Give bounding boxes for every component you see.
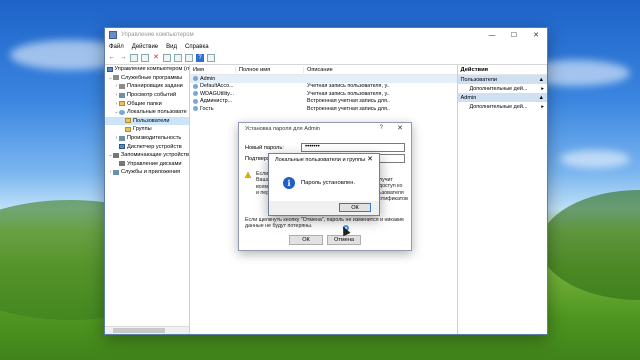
new-password-field[interactable]: ••••••• [301, 143, 405, 152]
tree-item-groups[interactable]: Группы [105, 125, 189, 134]
user-icon [193, 83, 198, 89]
tree-item-device-manager[interactable]: Диспетчер устройств [105, 142, 189, 151]
folder-icon [125, 118, 131, 124]
dialog-help-button[interactable]: ? [380, 125, 383, 131]
refresh-icon[interactable] [174, 54, 182, 62]
message-ok-button[interactable]: ОК [339, 203, 371, 212]
list-header: Имя Полное имя Описание [190, 65, 457, 75]
message-box: Локальные пользователи и группы ✕ i Паро… [268, 153, 380, 216]
dialog-title-bar[interactable]: Установка пароля для Admin ? ✕ [239, 123, 411, 135]
forward-arrow-icon[interactable]: → [119, 54, 127, 62]
delete-icon[interactable]: ✕ [152, 54, 160, 62]
actions-section-users[interactable]: Пользователи ▲ [457, 75, 547, 84]
services-icon [113, 169, 119, 175]
tree-item-event-viewer[interactable]: › Просмотр событий [105, 91, 189, 100]
task-scheduler-icon [119, 83, 125, 89]
collapse-arrow-icon: ▲ [538, 76, 544, 83]
window-title: Управление компьютером [121, 32, 194, 38]
collapse-arrow-icon: ▲ [538, 94, 544, 101]
folder-icon [125, 126, 131, 132]
tree-item-users[interactable]: Пользователи [105, 116, 189, 126]
list-item[interactable]: Admin [190, 75, 457, 83]
svg-text:!: ! [248, 174, 249, 178]
show-hide-tree-icon[interactable] [141, 54, 149, 62]
information-icon: i [283, 177, 295, 189]
tree-item-task-scheduler[interactable]: › Планировщик задани [105, 82, 189, 91]
close-button[interactable]: ✕ [525, 28, 547, 42]
action-pane-icon[interactable] [207, 54, 215, 62]
arrow-right-icon: ▸ [541, 103, 544, 110]
dialog-close-button[interactable]: ✕ [397, 124, 403, 132]
list-item[interactable]: DefaultAcco... Учетная запись пользовател… [190, 83, 457, 91]
list-item[interactable]: WDAGUtility... Учетная запись пользовател… [190, 90, 457, 98]
warning-icon: ! [245, 172, 251, 178]
column-full-name[interactable]: Полное имя [236, 66, 304, 73]
more-actions-users[interactable]: Дополнительные дей... ▸ [458, 84, 548, 93]
toolbar: ← → ✕ ? [105, 52, 547, 65]
message-box-footer: ОК [269, 201, 379, 215]
arrow-right-icon: ▸ [541, 85, 544, 92]
more-actions-admin[interactable]: Дополнительные дей... ▸ [458, 102, 548, 111]
up-folder-icon[interactable] [130, 54, 138, 62]
menu-view[interactable]: Вид [166, 44, 177, 50]
scrollbar-thumb[interactable] [113, 328, 165, 333]
computer-management-icon [109, 31, 117, 39]
disk-icon [119, 161, 125, 167]
actions-section-admin[interactable]: Admin ▲ [457, 93, 547, 102]
tree-item-local-users[interactable]: ⌄ Локальные пользовате [105, 108, 189, 117]
list-item[interactable]: Администр... Встроенная учетная запись дл… [190, 98, 457, 106]
console-tree: Управление компьютером (л ⌄ Служебные про… [105, 65, 190, 334]
back-arrow-icon[interactable]: ← [108, 54, 116, 62]
tree-horizontal-scrollbar[interactable] [105, 326, 189, 334]
help-icon[interactable]: ? [196, 54, 204, 62]
device-manager-icon [119, 144, 125, 150]
column-name[interactable]: Имя [190, 66, 236, 73]
properties-icon[interactable] [163, 54, 171, 62]
ok-button[interactable]: ОК [289, 235, 323, 245]
storage-icon [112, 152, 119, 158]
tree-item-storage[interactable]: ⌄ Запоминающие устройств [105, 151, 189, 160]
users-icon [119, 109, 125, 115]
event-viewer-icon [119, 92, 125, 98]
list-item[interactable]: Гость Встроенная учетная запись для... [190, 105, 457, 113]
maximize-button[interactable]: ☐ [503, 28, 525, 42]
message-box-title: Локальные пользователи и группы [275, 156, 366, 163]
tree-item-system-tools[interactable]: ⌄ Служебные программы [105, 74, 189, 83]
message-text: Пароль установлен. [301, 180, 356, 186]
message-box-close-button[interactable]: ✕ [367, 155, 373, 163]
user-icon [193, 91, 198, 97]
menu-help[interactable]: Справка [185, 44, 209, 50]
computer-icon [106, 66, 113, 72]
tree-item-disk-management[interactable]: Управление дисками [105, 160, 189, 169]
user-icon [193, 98, 198, 104]
user-icon [193, 76, 198, 82]
message-box-title-bar[interactable]: Локальные пользователи и группы ✕ [269, 154, 379, 165]
minimize-button[interactable]: — [481, 28, 503, 42]
menu-file[interactable]: Файл [109, 44, 124, 50]
new-password-label: Новый пароль: [245, 145, 284, 151]
tree-item-performance[interactable]: › Производительность [105, 134, 189, 143]
cancel-info-text: Если щелкнуть кнопку "Отмена", пароль не… [245, 217, 404, 230]
title-bar[interactable]: Управление компьютером — ☐ ✕ [105, 28, 547, 42]
menu-bar: Файл Действие Вид Справка [105, 42, 547, 52]
tree-item-services-apps[interactable]: › Службы и приложения [105, 168, 189, 177]
tree-item-computer-management[interactable]: Управление компьютером (л [105, 65, 189, 74]
warning-text-right: лучит доступ ко ьзователя ртификатов [379, 177, 408, 202]
actions-pane: Действия Пользователи ▲ Дополнительные де… [457, 65, 548, 334]
dialog-title: Установка пароля для Admin [245, 126, 321, 132]
performance-icon [119, 135, 125, 141]
column-description[interactable]: Описание [304, 67, 390, 73]
folder-icon [119, 101, 125, 107]
cancel-button[interactable]: Отмена [327, 235, 361, 245]
tools-icon [113, 75, 119, 81]
actions-header: Действия [457, 65, 547, 75]
export-list-icon[interactable] [185, 54, 193, 62]
menu-action[interactable]: Действие [132, 44, 158, 50]
user-icon [193, 106, 198, 112]
tree-item-shared-folders[interactable]: › Общие папки [105, 99, 189, 108]
